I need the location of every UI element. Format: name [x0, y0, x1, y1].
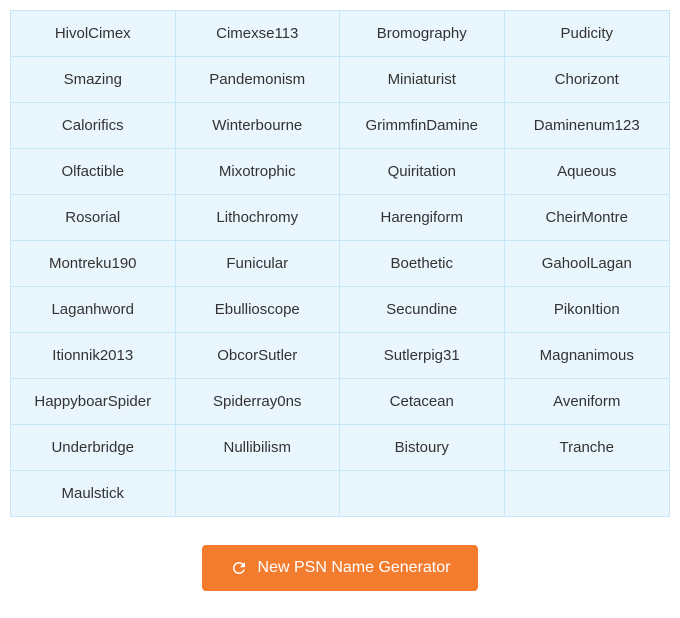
grid-row: Montreku190FunicularBoetheticGahoolLagan: [11, 241, 669, 287]
grid-cell: Montreku190: [11, 241, 176, 286]
grid-cell: [340, 471, 505, 516]
grid-cell: HivolCimex: [11, 11, 176, 56]
generate-button-label: New PSN Name Generator: [258, 559, 451, 577]
grid-cell: [505, 471, 670, 516]
grid-cell: Winterbourne: [176, 103, 341, 148]
grid-cell: Aqueous: [505, 149, 670, 194]
grid-cell: Tranche: [505, 425, 670, 470]
grid-cell: Rosorial: [11, 195, 176, 240]
grid-row: Itionnik2013ObcorSutlerSutlerpig31Magnan…: [11, 333, 669, 379]
grid-cell: Bromography: [340, 11, 505, 56]
grid-cell: Pudicity: [505, 11, 670, 56]
grid-cell: Mixotrophic: [176, 149, 341, 194]
grid-cell: Ebullioscope: [176, 287, 341, 332]
grid-cell: Funicular: [176, 241, 341, 286]
grid-cell: PikonItion: [505, 287, 670, 332]
grid-row: Maulstick: [11, 471, 669, 516]
grid-row: OlfactibleMixotrophicQuiritationAqueous: [11, 149, 669, 195]
grid-cell: Aveniform: [505, 379, 670, 424]
refresh-icon: [230, 559, 248, 577]
grid-cell: GrimmfinDamine: [340, 103, 505, 148]
grid-row: UnderbridgeNullibilismBistouryTranche: [11, 425, 669, 471]
grid-row: RosorialLithochromyHarengiformCheirMontr…: [11, 195, 669, 241]
grid-cell: Cetacean: [340, 379, 505, 424]
grid-cell: Secundine: [340, 287, 505, 332]
generate-button[interactable]: New PSN Name Generator: [202, 545, 479, 591]
grid-cell: Nullibilism: [176, 425, 341, 470]
grid-cell: Lithochromy: [176, 195, 341, 240]
grid-cell: Pandemonism: [176, 57, 341, 102]
grid-cell: HappyboarSpider: [11, 379, 176, 424]
grid-cell: ObcorSutler: [176, 333, 341, 378]
grid-cell: Harengiform: [340, 195, 505, 240]
grid-cell: Daminenum123: [505, 103, 670, 148]
grid-cell: Calorifics: [11, 103, 176, 148]
grid-cell: Olfactible: [11, 149, 176, 194]
grid-cell: Smazing: [11, 57, 176, 102]
grid-row: SmazingPandemonismMiniaturistChorizont: [11, 57, 669, 103]
grid-cell: Itionnik2013: [11, 333, 176, 378]
grid-row: CalorificsWinterbourneGrimmfinDamineDami…: [11, 103, 669, 149]
grid-cell: Sutlerpig31: [340, 333, 505, 378]
grid-cell: Maulstick: [11, 471, 176, 516]
button-container: New PSN Name Generator: [202, 545, 479, 591]
grid-cell: Boethetic: [340, 241, 505, 286]
grid-cell: Cimexse113: [176, 11, 341, 56]
grid-cell: Laganhword: [11, 287, 176, 332]
grid-cell: Quiritation: [340, 149, 505, 194]
grid-cell: GahoolLagan: [505, 241, 670, 286]
grid-row: HappyboarSpiderSpiderray0nsCetaceanAveni…: [11, 379, 669, 425]
grid-cell: Underbridge: [11, 425, 176, 470]
grid-cell: Magnanimous: [505, 333, 670, 378]
grid-cell: Miniaturist: [340, 57, 505, 102]
grid-cell: Spiderray0ns: [176, 379, 341, 424]
grid-row: LaganhwordEbullioscopeSecundinePikonItio…: [11, 287, 669, 333]
grid-cell: Chorizont: [505, 57, 670, 102]
grid-cell: [176, 471, 341, 516]
names-grid: HivolCimexCimexse113BromographyPudicityS…: [10, 10, 670, 517]
grid-cell: CheirMontre: [505, 195, 670, 240]
grid-row: HivolCimexCimexse113BromographyPudicity: [11, 11, 669, 57]
grid-cell: Bistoury: [340, 425, 505, 470]
